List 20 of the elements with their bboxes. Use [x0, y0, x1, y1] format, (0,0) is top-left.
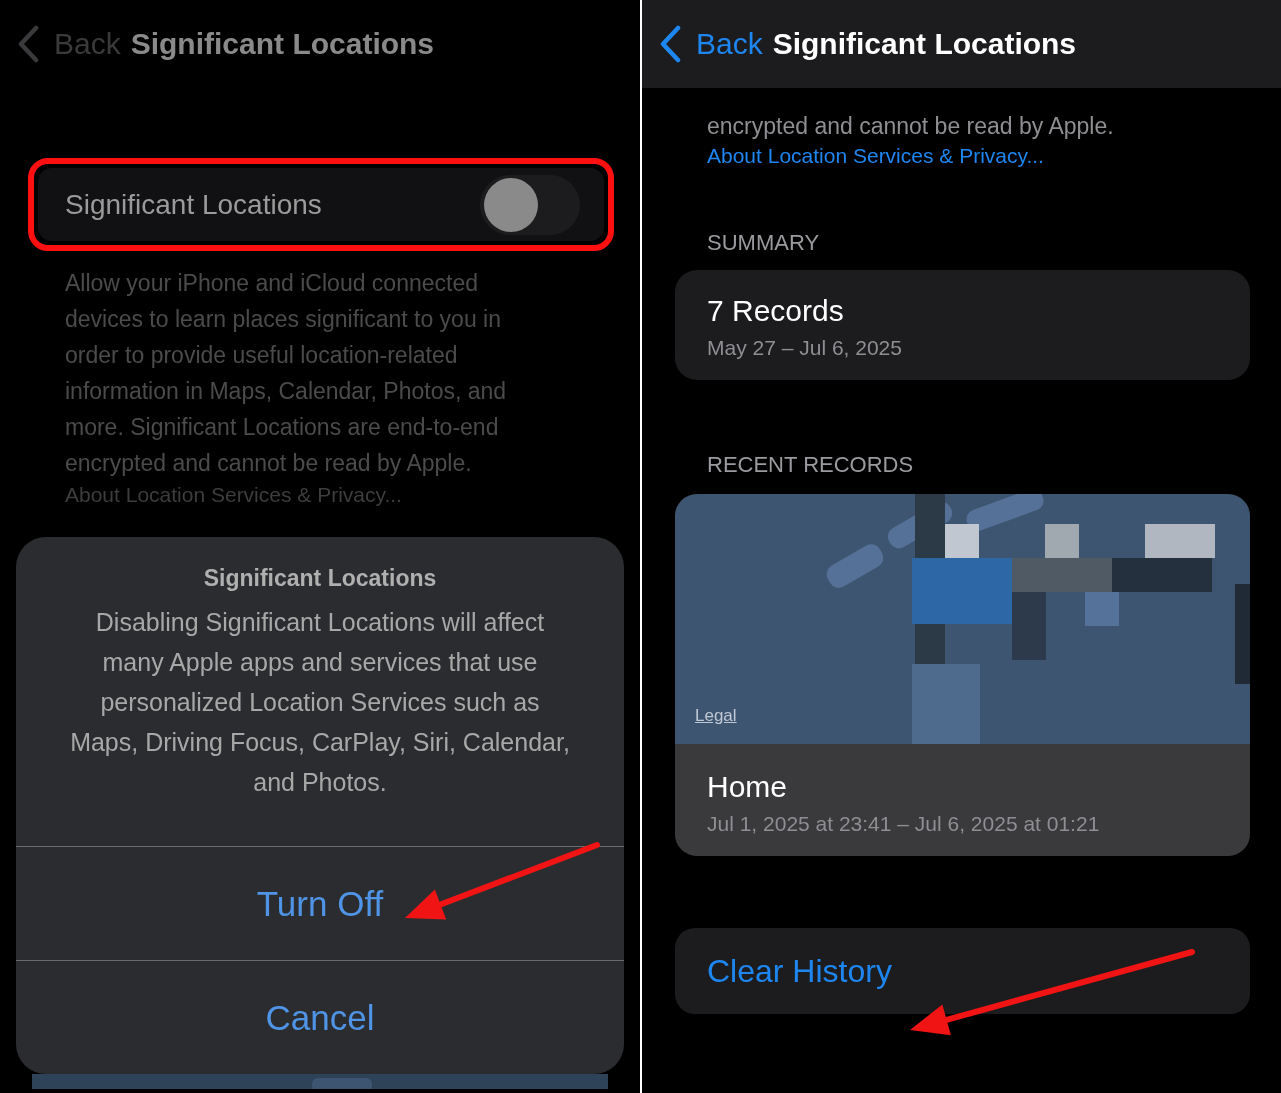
legal-link[interactable]: Legal [695, 706, 737, 726]
records-count: 7 Records [706, 293, 845, 328]
description-text: encrypted and cannot be read by Apple. [707, 112, 1115, 141]
date-range: May 27 – Jul 6, 2025 [706, 335, 903, 361]
place-name: Home [706, 770, 789, 804]
back-chevron-icon [658, 25, 682, 63]
nav-title: Significant Locations [130, 27, 435, 61]
privacy-link[interactable]: About Location Services & Privacy... [707, 144, 1044, 168]
back-chevron-icon [16, 25, 40, 63]
alert-message: Disabling Significant Locations will affect many Apple apps and services that use personalized Location Services such as Maps, Driving Focus, CarPlay, Siri, Calendar, and Photos. [69, 607, 571, 798]
section-header: RECENT RECORDS [707, 452, 915, 478]
back-button[interactable]: Back [658, 25, 763, 63]
clear-history-button[interactable]: Clear History [675, 928, 1250, 1014]
record-row[interactable]: Home Jul 1, 2025 at 23:41 – Jul 6, 2025 at 01:21 [675, 744, 1250, 856]
description-text: Allow your iPhone and iCloud connected devices to learn places significant to you in order to provide useful location-related information in Maps, Calendar, Photos, and more. Significant Locations are end-to-end encrypted and cannot be read by Apple. [65, 269, 508, 478]
nav-title: Significant Locations [772, 27, 1077, 61]
visit-time: Jul 1, 2025 at 23:41 – Jul 6, 2025 at 01:21 [706, 811, 1101, 837]
toggle-label: Significant Locations [65, 188, 322, 221]
section-header: SUMMARY [707, 230, 821, 256]
alert-title: Significant Locations [202, 564, 438, 592]
